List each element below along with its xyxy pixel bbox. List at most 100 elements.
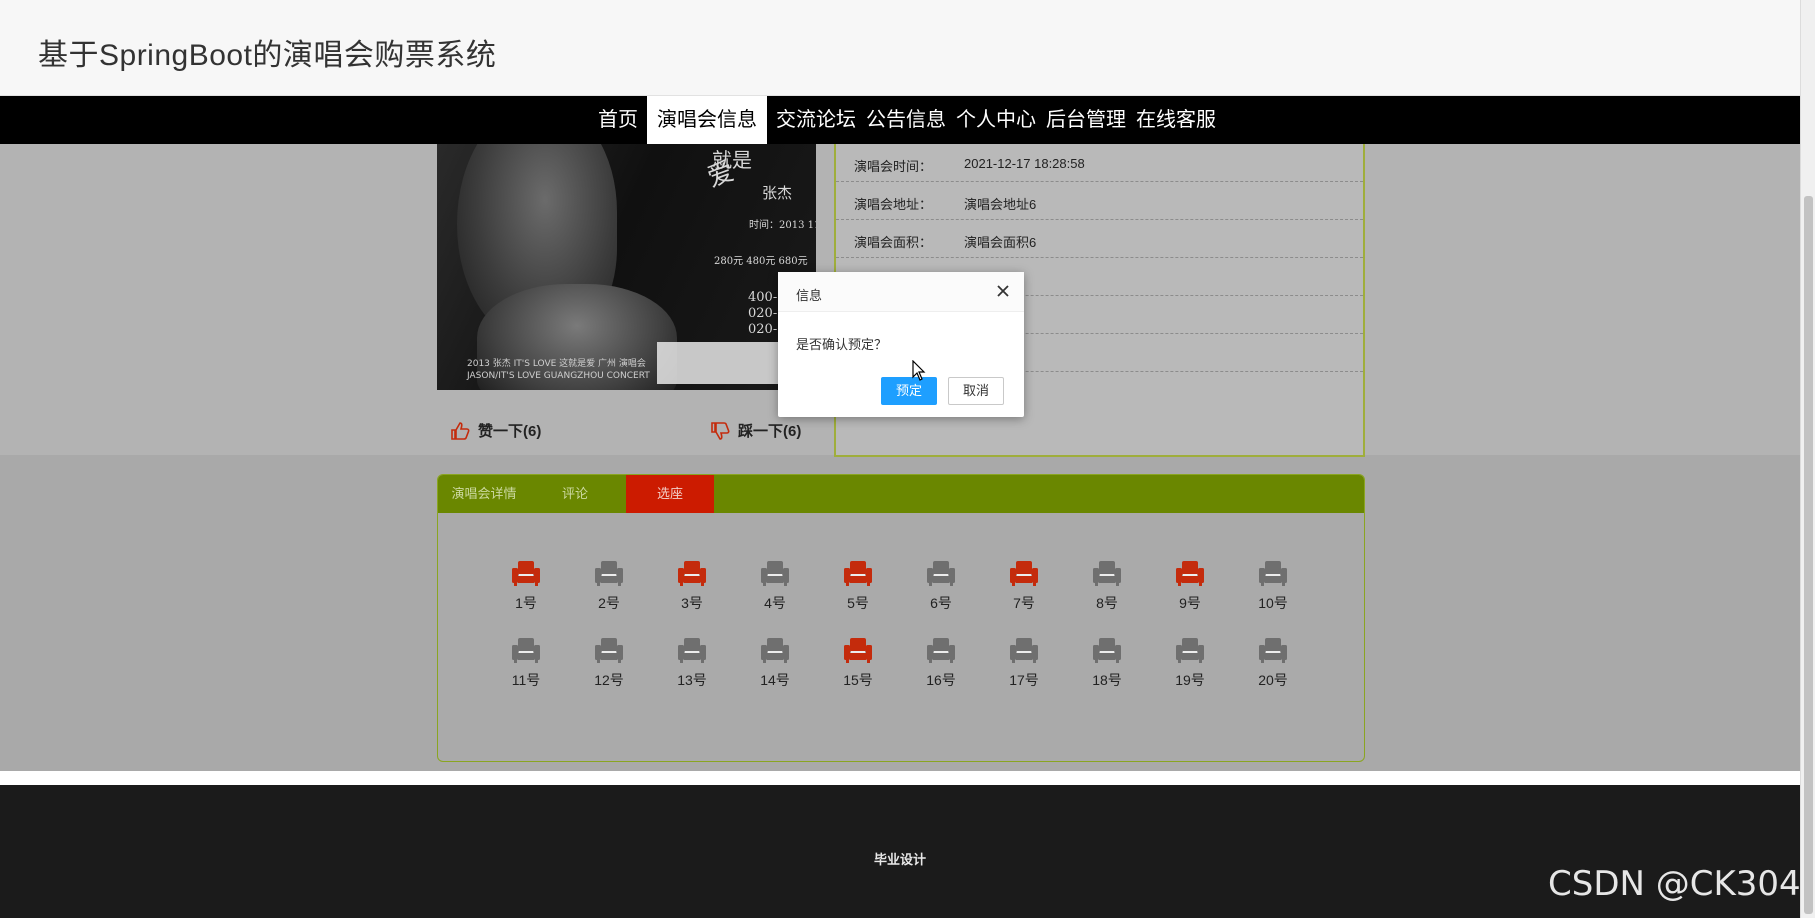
site-title: 基于SpringBoot的演唱会购票系统: [38, 39, 497, 72]
seat-number: 9号: [1179, 595, 1201, 611]
tab-seat-selection[interactable]: 选座: [626, 475, 714, 513]
poster-artist: 张杰: [762, 184, 793, 202]
dislike-button[interactable]: 踩一下(6): [710, 420, 801, 441]
seat-8[interactable]: 8号: [1077, 559, 1137, 613]
seat-3[interactable]: 3号: [662, 559, 722, 613]
armchair-icon: [761, 638, 789, 663]
info-label: 演唱会面积：: [854, 235, 933, 250]
armchair-icon: [1010, 638, 1038, 663]
info-value: 2021-12-17 18:28:58: [964, 156, 1085, 171]
poster-caption-line2: JASON/IT'S LOVE GUANGZHOU CONCERT: [467, 371, 650, 381]
thumbs-down-icon: [711, 421, 730, 440]
seat-number: 13号: [677, 672, 707, 688]
poster-price: 280元 480元 680元: [714, 256, 808, 267]
info-value: 演唱会面积6: [964, 235, 1037, 250]
seat-4[interactable]: 4号: [745, 559, 805, 613]
seat-18[interactable]: 18号: [1077, 636, 1137, 690]
seat-19[interactable]: 19号: [1160, 636, 1220, 690]
tab-bar: 演唱会详情 评论 选座: [438, 475, 1364, 513]
seat-15[interactable]: 15号: [828, 636, 888, 690]
poster-caption: 2013 张杰 IT'S LOVE 这就是爱 广州 演唱会 JASON/IT'S…: [467, 358, 650, 382]
concert-poster: 就是 爱 张杰 时间：2013 11 280元 480元 680元 400-6 …: [437, 144, 816, 390]
seat-number: 6号: [930, 595, 952, 611]
mouse-cursor-icon: [912, 360, 926, 381]
seat-13[interactable]: 13号: [662, 636, 722, 690]
seat-14[interactable]: 14号: [745, 636, 805, 690]
armchair-icon: [1093, 638, 1121, 663]
poster-caption-line1: 2013 张杰 IT'S LOVE 这就是爱 广州 演唱会: [467, 359, 646, 369]
seat-6[interactable]: 6号: [911, 559, 971, 613]
seat-17[interactable]: 17号: [994, 636, 1054, 690]
armchair-icon: [1259, 561, 1287, 586]
site-footer: 毕业设计: [0, 785, 1800, 918]
confirm-book-button[interactable]: 预定: [881, 377, 937, 405]
info-row-area: 演唱会面积： 演唱会面积6: [836, 220, 1363, 258]
info-label: 演唱会时间：: [854, 159, 933, 174]
nav-item-admin[interactable]: 后台管理: [1041, 96, 1131, 144]
dialog-title: 信息: [796, 288, 823, 303]
seat-number: 14号: [760, 672, 790, 688]
seat-10[interactable]: 10号: [1243, 559, 1303, 613]
seat-number: 8号: [1096, 595, 1118, 611]
tab-comments[interactable]: 评论: [530, 475, 620, 513]
seat-7[interactable]: 7号: [994, 559, 1054, 613]
armchair-icon: [1176, 638, 1204, 663]
seat-number: 7号: [1013, 595, 1035, 611]
seat-number: 15号: [843, 672, 873, 688]
main-nav: 首页 演唱会信息 交流论坛 公告信息 个人中心 后台管理 在线客服: [0, 96, 1800, 144]
seat-number: 3号: [681, 595, 703, 611]
info-label: 演唱会地址：: [854, 197, 933, 212]
tab-concert-details[interactable]: 演唱会详情: [438, 475, 530, 513]
armchair-icon: [595, 638, 623, 663]
armchair-icon: [927, 561, 955, 586]
armchair-icon: [1259, 638, 1287, 663]
armchair-icon: [844, 561, 872, 586]
dialog-message: 是否确认预定？: [796, 337, 888, 352]
seat-number: 19号: [1175, 672, 1205, 688]
nav-item-concert-info[interactable]: 演唱会信息: [647, 96, 767, 144]
info-value: 演唱会地址6: [964, 197, 1037, 212]
seat-number: 1号: [515, 595, 537, 611]
seat-number: 2号: [598, 595, 620, 611]
seat-20[interactable]: 20号: [1243, 636, 1303, 690]
seat-number: 20号: [1258, 672, 1288, 688]
scrollbar-thumb[interactable]: [1804, 196, 1813, 914]
armchair-icon: [512, 561, 540, 586]
nav-item-forum[interactable]: 交流论坛: [771, 96, 861, 144]
cancel-button[interactable]: 取消: [948, 377, 1004, 405]
like-button[interactable]: 赞一下(6): [450, 420, 541, 441]
armchair-icon: [512, 638, 540, 663]
seat-number: 11号: [511, 672, 541, 688]
nav-item-announcements[interactable]: 公告信息: [861, 96, 951, 144]
close-icon[interactable]: [996, 284, 1010, 303]
seat-number: 12号: [594, 672, 624, 688]
dialog-header: 信息: [778, 272, 1024, 312]
seat-11[interactable]: 11号: [496, 636, 556, 690]
footer-text: 毕业设计: [874, 852, 927, 867]
armchair-icon: [844, 638, 872, 663]
seat-5[interactable]: 5号: [828, 559, 888, 613]
info-row-address: 演唱会地址： 演唱会地址6: [836, 182, 1363, 220]
armchair-icon: [1093, 561, 1121, 586]
armchair-icon: [595, 561, 623, 586]
seat-2[interactable]: 2号: [579, 559, 639, 613]
seat-16[interactable]: 16号: [911, 636, 971, 690]
seat-1[interactable]: 1号: [496, 559, 556, 613]
dislike-label: 踩一下(6): [738, 423, 802, 440]
armchair-icon: [1176, 561, 1204, 586]
nav-item-home[interactable]: 首页: [593, 96, 643, 144]
armchair-icon: [1010, 561, 1038, 586]
seat-12[interactable]: 12号: [579, 636, 639, 690]
seat-number: 4号: [764, 595, 786, 611]
seat-number: 17号: [1009, 672, 1039, 688]
armchair-icon: [761, 561, 789, 586]
seat-9[interactable]: 9号: [1160, 559, 1220, 613]
armchair-icon: [678, 561, 706, 586]
concert-tab-panel: 演唱会详情 评论 选座 1号 2号 3号 4号 5号 6号 7号 8号 9号 10号 11号 12号 1…: [437, 474, 1365, 762]
like-label: 赞一下(6): [478, 423, 542, 440]
page-scrollbar[interactable]: [1800, 0, 1815, 918]
nav-item-online-service[interactable]: 在线客服: [1131, 96, 1221, 144]
site-header: 基于SpringBoot的演唱会购票系统: [0, 0, 1800, 96]
nav-item-personal-center[interactable]: 个人中心: [951, 96, 1041, 144]
seat-number: 10号: [1258, 595, 1288, 611]
